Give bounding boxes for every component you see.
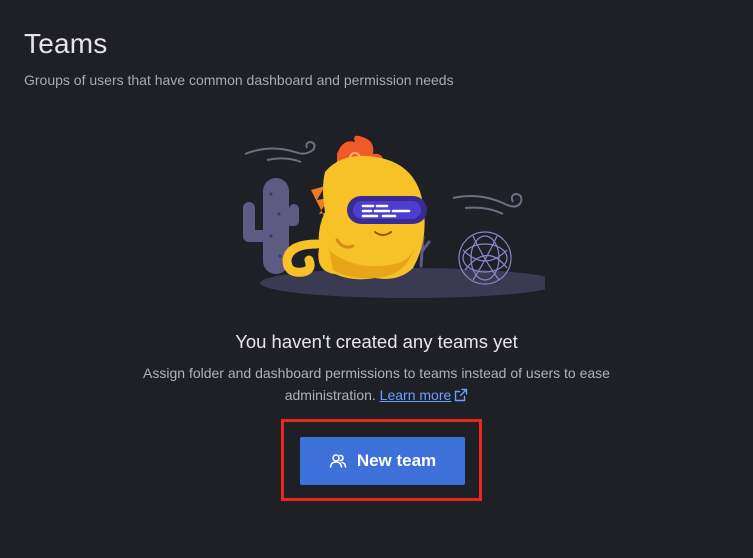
empty-state-title: You haven't created any teams yet (235, 331, 518, 352)
empty-state-description-text: Assign folder and dashboard permissions … (143, 365, 610, 403)
page-subtitle: Groups of users that have common dashboa… (24, 72, 454, 88)
empty-state-illustration (243, 135, 545, 298)
wind-swirl-right-icon (452, 192, 523, 208)
new-team-button[interactable]: New team (300, 437, 465, 485)
teams-page: Teams Groups of users that have common d… (0, 0, 753, 558)
external-link-icon[interactable] (454, 388, 468, 402)
mascot-icon (282, 135, 427, 280)
users-icon (329, 454, 347, 468)
wind-swirl-icon (244, 140, 316, 155)
learn-more-label[interactable]: Learn more (380, 387, 452, 403)
empty-state-description: Assign folder and dashboard permissions … (120, 362, 633, 406)
new-team-label[interactable]: New team (357, 451, 436, 471)
page-title: Teams (24, 28, 108, 59)
learn-more-link[interactable]: Learn more (380, 387, 469, 403)
